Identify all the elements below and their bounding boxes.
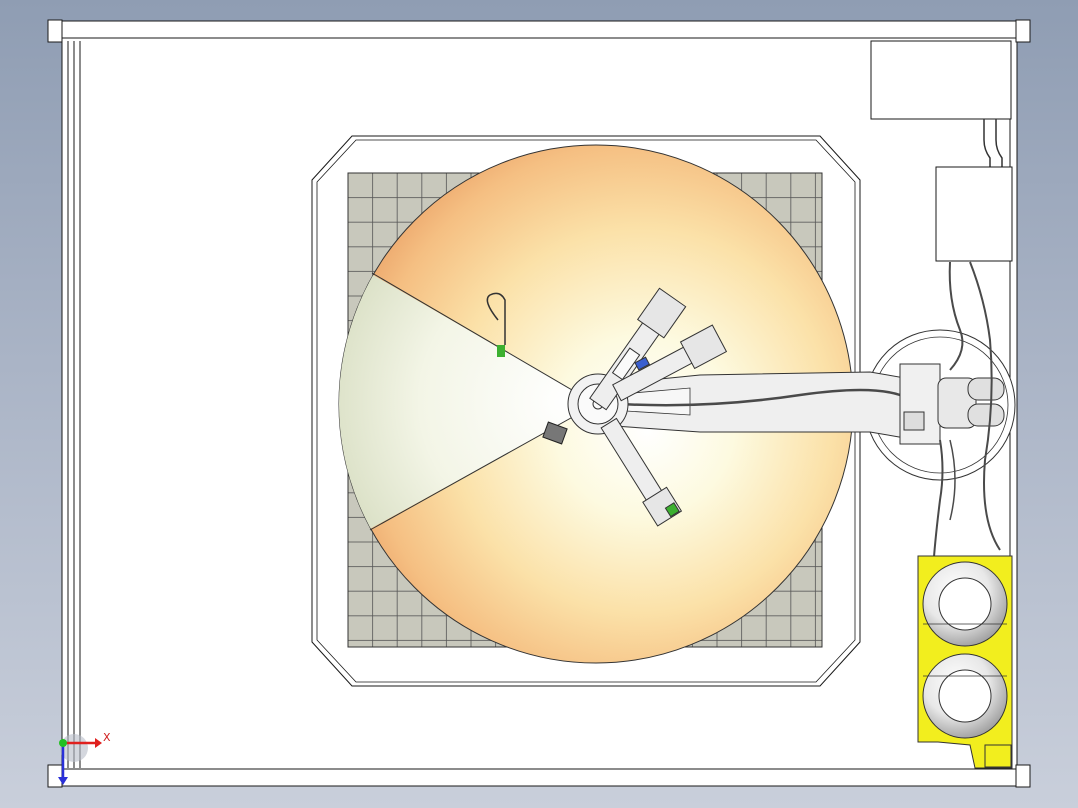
- x-axis-label: X: [103, 731, 111, 744]
- cable-reel-holder[interactable]: [917, 555, 1013, 769]
- z-axis-dot: [59, 739, 67, 747]
- cad-viewport[interactable]: [0, 0, 1078, 808]
